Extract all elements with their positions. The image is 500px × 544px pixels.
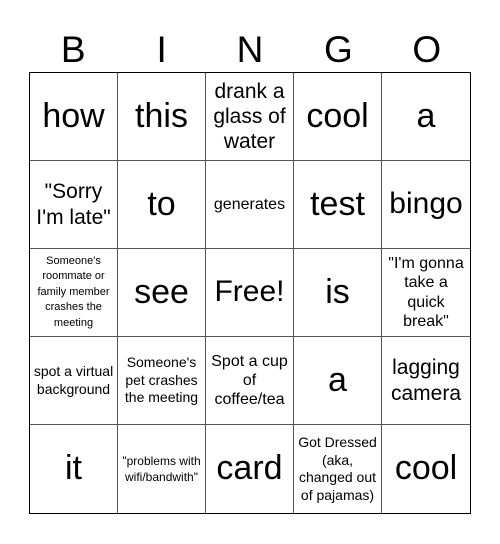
bingo-header: B I N G O (29, 28, 471, 72)
bingo-cell-text: Someone's pet crashes the meeting (124, 354, 199, 406)
bingo-cell[interactable]: "problems with wifi/bandwith" (118, 425, 206, 513)
bingo-cell[interactable]: Someone's roommate or family member cras… (30, 249, 118, 337)
bingo-cell[interactable]: to (118, 161, 206, 249)
bingo-cell[interactable]: generates (206, 161, 294, 249)
bingo-cell[interactable]: this (118, 73, 206, 161)
bingo-cell[interactable]: drank a glass of water (206, 73, 294, 161)
bingo-cell-text: Got Dressed (aka, changed out of pajamas… (298, 434, 377, 503)
bingo-cell[interactable]: Someone's pet crashes the meeting (118, 337, 206, 425)
bingo-cell[interactable]: it (30, 425, 118, 513)
bingo-cell[interactable]: "Sorry I'm late" (30, 161, 118, 249)
bingo-cell-text: Free! (214, 275, 285, 309)
bingo-cell[interactable]: a (382, 73, 470, 161)
bingo-cell-text: drank a glass of water (213, 79, 286, 154)
bingo-cell[interactable]: Got Dressed (aka, changed out of pajamas… (294, 425, 382, 513)
bingo-cell-text: Spot a cup of coffee/tea (211, 352, 288, 409)
bingo-cell[interactable]: card (206, 425, 294, 513)
bingo-cell-text: spot a virtual background (33, 363, 114, 397)
header-letter-n: N (236, 29, 264, 70)
bingo-cell-text: cool (306, 96, 369, 135)
bingo-cell-text: see (134, 272, 189, 311)
bingo-grid: how this drank a glass of water cool a "Sorry… (29, 72, 471, 514)
bingo-cell-text: "I'm gonna take a quick break" (388, 255, 464, 330)
bingo-cell-text: it (65, 449, 82, 488)
bingo-cell[interactable]: how (30, 73, 118, 161)
bingo-cell-text: how (42, 96, 105, 135)
bingo-cell[interactable]: see (118, 249, 206, 337)
bingo-cell[interactable]: a (294, 337, 382, 425)
bingo-cell[interactable]: Spot a cup of coffee/tea (206, 337, 294, 425)
bingo-cell-text: test (310, 184, 365, 223)
bingo-cell-text: to (147, 184, 176, 223)
bingo-cell[interactable]: lagging camera (382, 337, 470, 425)
bingo-cell[interactable]: spot a virtual background (30, 337, 118, 425)
bingo-cell-text: "Sorry I'm late" (36, 180, 111, 229)
bingo-cell[interactable]: cool (294, 73, 382, 161)
bingo-cell-text: a (328, 360, 347, 399)
header-letter-o: O (412, 29, 442, 70)
header-letter-i: I (156, 29, 167, 70)
bingo-cell-text: cool (394, 449, 458, 488)
bingo-cell-text: bingo (389, 187, 463, 221)
bingo-cell-text: generates (213, 195, 286, 213)
bingo-cell[interactable]: cool (382, 425, 470, 513)
bingo-cell[interactable]: test (294, 161, 382, 249)
header-letter-g: G (324, 29, 353, 70)
bingo-cell-text: is (325, 272, 350, 311)
bingo-cell-text: a (416, 96, 436, 135)
bingo-cell-text: this (135, 96, 188, 135)
bingo-cell[interactable]: bingo (382, 161, 470, 249)
bingo-cell[interactable]: "I'm gonna take a quick break" (382, 249, 470, 337)
bingo-cell-text: lagging camera (390, 356, 462, 405)
bingo-cell-text: card (216, 449, 283, 488)
bingo-cell-text: "problems with wifi/bandwith" (122, 453, 201, 484)
bingo-cell-free-space[interactable]: Free! (206, 249, 294, 337)
bingo-cell-text: Someone's roommate or family member cras… (37, 255, 110, 329)
header-letter-b: B (60, 29, 86, 70)
bingo-cell[interactable]: is (294, 249, 382, 337)
